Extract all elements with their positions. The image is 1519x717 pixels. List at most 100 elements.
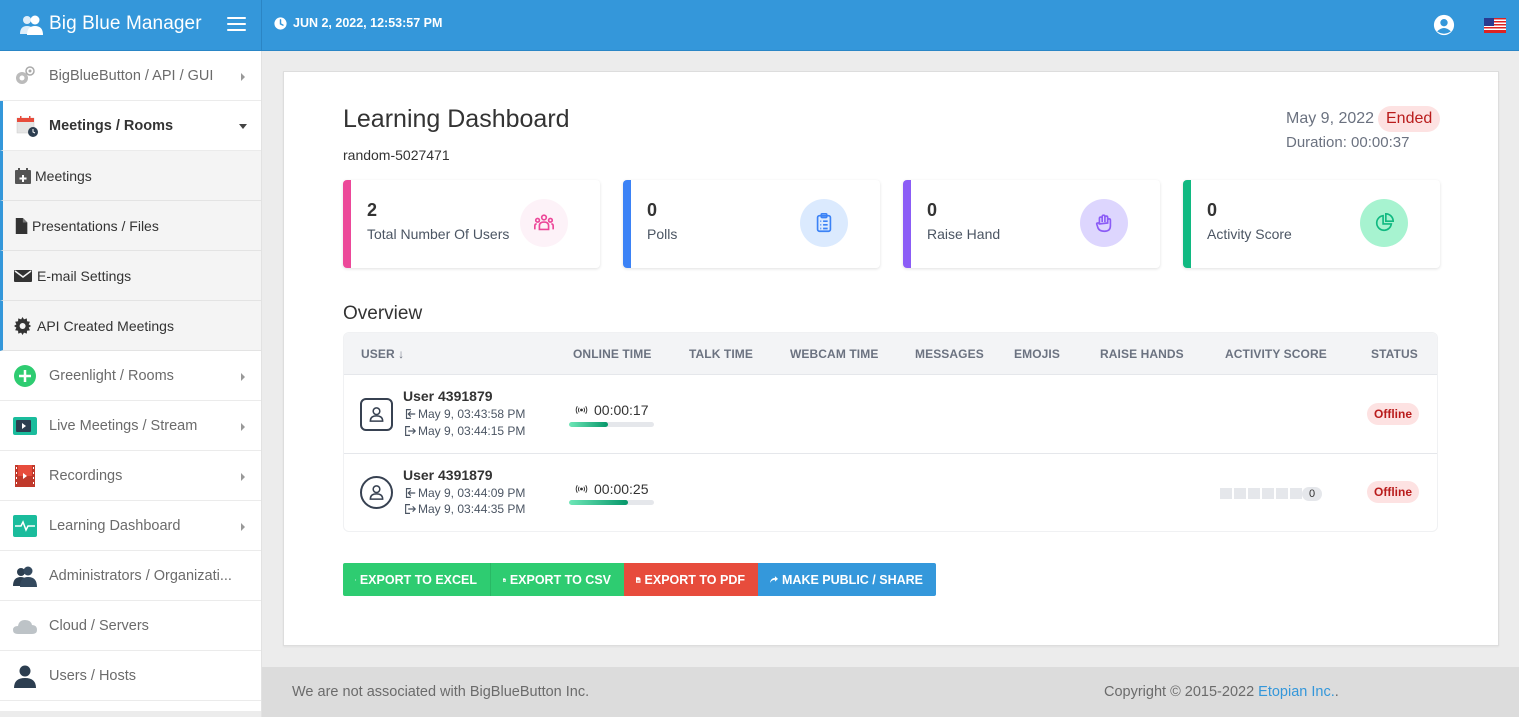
chevron-down-icon bbox=[239, 124, 247, 129]
film-icon bbox=[15, 465, 35, 487]
users-logo-icon bbox=[20, 15, 43, 35]
page-title: Learning Dashboard bbox=[343, 105, 570, 133]
chevron-right-icon bbox=[241, 373, 245, 381]
file-icon bbox=[15, 218, 28, 234]
column-header-webcam-time: WEBCAM TIME bbox=[790, 347, 879, 361]
sidebar-subitem-email-settings[interactable]: E-mail Settings bbox=[0, 251, 261, 301]
broadcast-icon bbox=[575, 485, 588, 493]
sidebar-item-live-meetings[interactable]: Live Meetings / Stream bbox=[0, 401, 261, 451]
stat-value: 2 bbox=[367, 200, 378, 220]
sidebar-item-meetings-rooms[interactable]: Meetings / Rooms bbox=[0, 101, 261, 151]
cloud-icon bbox=[13, 620, 37, 634]
sidebar-item-administrators[interactable]: Administrators / Organizati... bbox=[0, 551, 261, 601]
column-header-messages: MESSAGES bbox=[915, 347, 984, 361]
status-badge: Offline bbox=[1367, 403, 1419, 425]
sidebar-item-recordings[interactable]: Recordings bbox=[0, 451, 261, 501]
stat-card-polls: 0 Polls bbox=[623, 180, 880, 268]
stat-value: 0 bbox=[927, 200, 938, 220]
export-csv-button[interactable]: EXPORT TO CSV bbox=[490, 563, 624, 596]
activity-score-value: 0 bbox=[1302, 487, 1323, 501]
app-title: Big Blue Manager bbox=[49, 13, 202, 34]
stat-value: 0 bbox=[647, 200, 658, 220]
overview-title: Overview bbox=[343, 303, 423, 324]
calendar-clock-icon bbox=[16, 116, 38, 137]
meeting-name: random-5027471 bbox=[343, 147, 450, 163]
activity-score-bars bbox=[1220, 488, 1302, 499]
make-public-share-button[interactable]: MAKE PUBLIC / SHARE bbox=[758, 563, 936, 596]
export-buttons: EXPORT TO EXCEL EXPORT TO CSV EXPORT TO … bbox=[343, 563, 936, 596]
online-time: 00:00:25 bbox=[575, 481, 649, 497]
current-datetime: JUN 2, 2022, 12:53:57 PM bbox=[274, 16, 442, 30]
cog-icon bbox=[14, 317, 32, 335]
hand-icon bbox=[1095, 214, 1112, 233]
menu-toggle-icon[interactable] bbox=[227, 17, 246, 33]
calendar-plus-icon bbox=[15, 168, 31, 184]
column-header-raise-hands: RAISE HANDS bbox=[1100, 347, 1184, 361]
footer-disclaimer: We are not associated with BigBlueButton… bbox=[292, 684, 590, 700]
user-outline-icon bbox=[369, 485, 384, 500]
user-joined-time: May 9, 03:44:09 PM bbox=[403, 486, 525, 500]
status-badge: Offline bbox=[1367, 481, 1419, 503]
stat-label: Polls bbox=[647, 226, 678, 242]
user-outline-icon bbox=[369, 407, 384, 422]
avatar bbox=[360, 398, 393, 431]
chevron-right-icon bbox=[241, 423, 245, 431]
stat-value: 0 bbox=[1207, 200, 1218, 220]
meeting-date: May 9, 2022 bbox=[1286, 110, 1375, 127]
stat-card-users: 2 Total Number Of Users bbox=[343, 180, 600, 268]
file-csv-icon bbox=[503, 577, 506, 582]
table-row: User 4391879 May 9, 03:44:09 PM May 9, 0… bbox=[344, 454, 1437, 531]
footer: We are not associated with BigBlueButton… bbox=[262, 667, 1519, 717]
sidebar-item-users-hosts[interactable]: Users / Hosts bbox=[0, 651, 261, 701]
sidebar-subitem-api-created-meetings[interactable]: API Created Meetings bbox=[0, 301, 261, 351]
top-bar: Big Blue Manager JUN 2, 2022, 12:53:57 P… bbox=[0, 0, 1519, 51]
table-row: User 4391879 May 9, 03:43:58 PM May 9, 0… bbox=[344, 375, 1437, 454]
stat-label: Activity Score bbox=[1207, 226, 1292, 242]
envelope-icon bbox=[14, 270, 32, 282]
user-account-icon[interactable] bbox=[1433, 14, 1455, 36]
logout-icon bbox=[405, 426, 417, 436]
users-icon bbox=[13, 566, 37, 587]
table-header: USER ↓ ONLINE TIME TALK TIME WEBCAM TIME… bbox=[344, 333, 1437, 375]
us-flag-icon[interactable] bbox=[1484, 18, 1506, 33]
online-time-progress bbox=[569, 500, 654, 505]
column-header-talk-time: TALK TIME bbox=[689, 347, 753, 361]
column-header-activity-score: ACTIVITY SCORE bbox=[1225, 347, 1327, 361]
chevron-right-icon bbox=[241, 473, 245, 481]
column-header-emojis: EMOJIS bbox=[1014, 347, 1060, 361]
column-header-user[interactable]: USER ↓ bbox=[361, 347, 404, 361]
sidebar-subitem-meetings[interactable]: Meetings bbox=[0, 151, 261, 201]
users-group-icon bbox=[534, 214, 554, 231]
clipboard-list-icon bbox=[816, 213, 832, 233]
brand: Big Blue Manager bbox=[0, 0, 262, 51]
sidebar-item-cloud-servers[interactable]: Cloud / Servers bbox=[0, 601, 261, 651]
broadcast-icon bbox=[575, 406, 588, 414]
logout-icon bbox=[405, 504, 417, 514]
column-header-status: STATUS bbox=[1371, 347, 1418, 361]
export-pdf-button[interactable]: EXPORT TO PDF bbox=[624, 563, 758, 596]
sidebar-item-learning-dashboard[interactable]: Learning Dashboard bbox=[0, 501, 261, 551]
tv-play-icon bbox=[13, 417, 37, 435]
user-name: User 4391879 bbox=[403, 388, 493, 404]
meeting-status-badge: Ended bbox=[1378, 106, 1441, 132]
sidebar-item-bigbluebutton-api[interactable]: BigBlueButton / API / GUI bbox=[0, 51, 261, 101]
stat-label: Total Number Of Users bbox=[367, 226, 510, 242]
stat-label: Raise Hand bbox=[927, 226, 1001, 242]
file-pdf-icon bbox=[636, 576, 641, 583]
sidebar: BigBlueButton / API / GUI Meetings / Roo… bbox=[0, 51, 262, 717]
plus-circle-icon bbox=[14, 365, 36, 387]
sidebar-item-greenlight[interactable]: Greenlight / Rooms bbox=[0, 351, 261, 401]
user-left-time: May 9, 03:44:15 PM bbox=[403, 424, 525, 438]
company-link[interactable]: Etopian Inc. bbox=[1258, 684, 1335, 700]
share-arrow-icon bbox=[770, 576, 779, 583]
user-icon bbox=[14, 665, 36, 688]
chevron-right-icon bbox=[241, 523, 245, 531]
datetime-text: JUN 2, 2022, 12:53:57 PM bbox=[293, 16, 443, 30]
online-time-progress bbox=[569, 422, 654, 427]
user-left-time: May 9, 03:44:35 PM bbox=[403, 502, 525, 516]
online-time: 00:00:17 bbox=[575, 402, 649, 418]
export-excel-button[interactable]: EXPORT TO EXCEL bbox=[343, 563, 490, 596]
sidebar-subitem-presentations[interactable]: Presentations / Files bbox=[0, 201, 261, 251]
column-header-online-time: ONLINE TIME bbox=[573, 347, 652, 361]
overview-table: USER ↓ ONLINE TIME TALK TIME WEBCAM TIME… bbox=[343, 332, 1438, 532]
